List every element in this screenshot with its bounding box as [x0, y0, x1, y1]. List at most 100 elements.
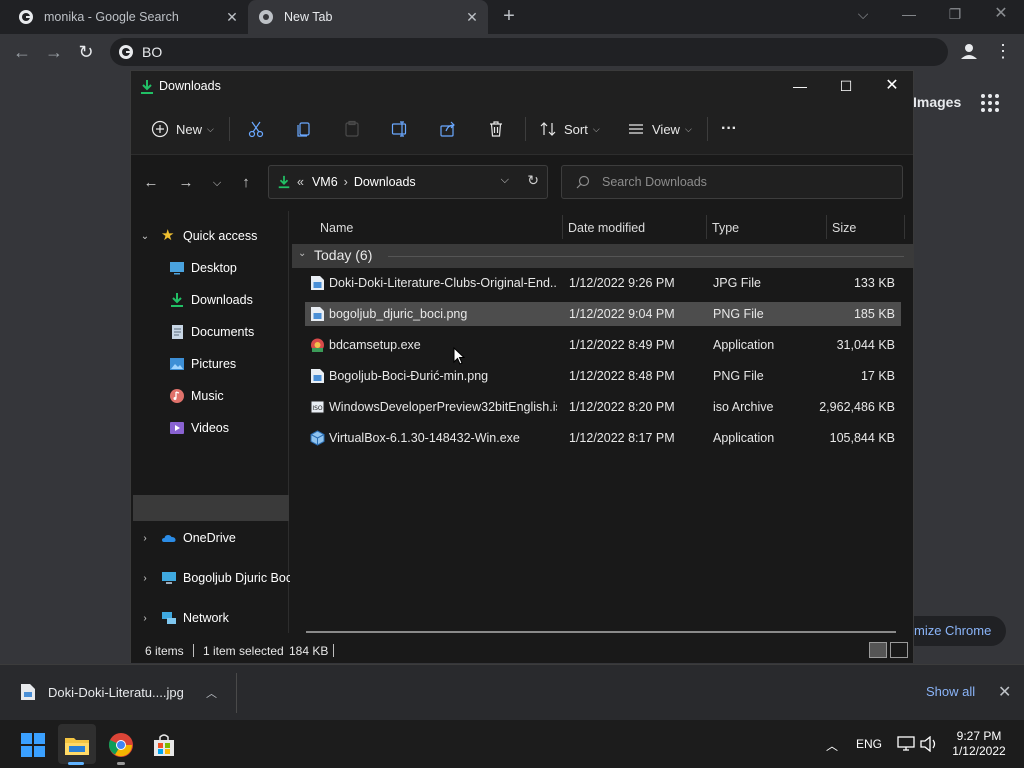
volume-icon[interactable] [920, 736, 938, 752]
close-tab-icon[interactable]: ✕ [224, 9, 240, 25]
close-icon[interactable]: ✕ [998, 682, 1011, 702]
view-button[interactable]: View ⌵ [627, 117, 692, 141]
chevron-right-icon[interactable]: › [139, 533, 151, 545]
nav-item-documents[interactable]: Documents 📌 [169, 320, 321, 344]
minimize-icon[interactable]: — [886, 0, 932, 30]
minimize-icon[interactable]: — [777, 71, 823, 103]
file-row[interactable]: bdcamsetup.exe 1/12/2022 8:49 PM Applica… [305, 333, 901, 357]
file-name: VirtualBox-6.1.30-148432-Win.exe [329, 431, 520, 445]
nav-quick-access[interactable]: ★ Quick access [161, 224, 257, 248]
close-window-icon[interactable]: ✕ [978, 0, 1024, 30]
reload-icon[interactable]: ↻ [74, 40, 98, 64]
column-divider[interactable] [904, 215, 905, 239]
customize-chrome-button[interactable]: mize Chrome [900, 616, 1006, 646]
download-item[interactable]: Doki-Doki-Literatu....jpg [20, 683, 184, 701]
clock-time: 9:27 PM [956, 729, 1002, 743]
iso-icon: ISO [310, 400, 325, 414]
tab-monika-search[interactable]: monika - Google Search ✕ [8, 0, 248, 34]
file-row[interactable]: Doki-Doki-Literature-Clubs-Original-End.… [305, 271, 901, 295]
large-icons-view-icon[interactable] [890, 642, 908, 658]
chrome-menu-icon[interactable]: ⋮ [994, 41, 1012, 61]
chevron-down-icon[interactable]: ⌄ [139, 231, 151, 243]
refresh-icon[interactable]: ↻ [527, 172, 539, 189]
google-apps-icon[interactable] [980, 93, 1000, 113]
column-type[interactable]: Type [712, 215, 739, 241]
file-row[interactable]: Bogoljub-Boci-Đurić-min.png 1/12/2022 8:… [305, 364, 901, 388]
file-size: 185 KB [853, 307, 895, 321]
close-window-icon[interactable]: ✕ [869, 71, 915, 103]
chevron-down-icon[interactable]: ⌄ [298, 248, 306, 259]
copy-button[interactable] [295, 117, 313, 141]
nav-item-this-pc[interactable]: Bogoljub Djuric Boc [161, 566, 292, 590]
file-row[interactable]: VirtualBox-6.1.30-148432-Win.exe 1/12/20… [305, 426, 901, 450]
file-explorer-icon[interactable] [64, 732, 90, 758]
new-button[interactable]: New ⌵ [151, 117, 214, 141]
chevron-right-icon[interactable]: › [139, 573, 151, 585]
column-divider[interactable] [826, 215, 827, 239]
new-label: New [176, 121, 203, 137]
details-view-icon[interactable] [869, 642, 887, 658]
sort-button[interactable]: Sort ⌵ [539, 117, 600, 141]
nav-item-onedrive[interactable]: OneDrive [161, 526, 236, 550]
network-icon[interactable] [897, 736, 915, 752]
search-placeholder: Search Downloads [602, 175, 707, 189]
chrome-icon[interactable] [108, 732, 134, 758]
group-header-today[interactable]: ⌄ Today (6) [292, 244, 913, 268]
nav-item-network[interactable]: Network [161, 606, 229, 630]
new-tab-button[interactable]: + [498, 6, 520, 28]
show-all-button[interactable]: Show all [926, 684, 975, 699]
breadcrumb-overflow[interactable]: « [297, 175, 304, 189]
column-name[interactable]: Name [320, 215, 353, 241]
up-icon[interactable]: ↑ [236, 173, 256, 193]
nav-item-videos[interactable]: Videos [169, 416, 229, 440]
column-divider[interactable] [706, 215, 707, 239]
profile-icon[interactable] [958, 40, 980, 62]
chevron-down-icon: ⌵ [207, 123, 214, 134]
file-row-selected[interactable]: bogoljub_djuric_boci.png 1/12/2022 9:04 … [305, 302, 901, 326]
chevron-right-icon[interactable]: › [139, 613, 151, 625]
address-bar[interactable]: « VM6 › Downloads ⌵ ↻ [268, 165, 548, 199]
column-date-modified[interactable]: Date modified [568, 215, 645, 241]
share-button[interactable] [439, 117, 457, 141]
nav-item-desktop[interactable]: Desktop 📌 [169, 256, 321, 280]
tab-new-tab[interactable]: New Tab ✕ [248, 0, 488, 34]
file-row[interactable]: ISO WindowsDeveloperPreview32bitEnglish.… [305, 395, 901, 419]
tab-search-icon[interactable]: ⌵ [840, 0, 886, 30]
more-options-button[interactable]: ··· [721, 117, 737, 141]
trash-icon [490, 121, 502, 137]
forward-icon[interactable]: → [176, 173, 196, 193]
breadcrumb-vm6[interactable]: VM6 [312, 175, 338, 189]
chevron-up-icon[interactable]: ︿ [206, 685, 217, 701]
selection-size: 184 KB [289, 644, 329, 658]
omnibox-text[interactable]: BO [142, 44, 162, 60]
delete-button[interactable] [487, 117, 505, 141]
column-size[interactable]: Size [832, 215, 856, 241]
breadcrumb-downloads[interactable]: Downloads [354, 175, 416, 189]
omnibox[interactable]: BO [110, 38, 948, 66]
cut-button[interactable] [247, 117, 265, 141]
nav-item-music[interactable]: Music [169, 384, 224, 408]
nav-item-downloads[interactable]: Downloads 📌 [169, 288, 321, 312]
search-input[interactable]: Search Downloads [561, 165, 903, 199]
maximize-icon[interactable]: ☐ [823, 71, 869, 103]
horizontal-scrollbar[interactable] [306, 631, 896, 633]
downloads-folder-icon [278, 175, 290, 189]
chevron-up-icon[interactable]: ︿ [826, 737, 838, 754]
rename-button[interactable] [391, 117, 409, 141]
language-indicator[interactable]: ENG [856, 737, 882, 751]
back-icon[interactable]: ← [141, 173, 161, 193]
images-link[interactable]: Images [913, 94, 961, 110]
nav-item-pictures[interactable]: Pictures 📌 [169, 352, 321, 376]
chevron-down-icon: ⌵ [592, 123, 600, 134]
clock[interactable]: 9:27 PM 1/12/2022 [948, 729, 1010, 759]
column-divider[interactable] [562, 215, 563, 239]
forward-icon[interactable]: → [42, 40, 66, 64]
microsoft-store-icon[interactable] [151, 732, 177, 758]
windows-start-icon[interactable] [20, 732, 46, 758]
recent-locations-icon[interactable]: ⌵ [207, 173, 227, 193]
back-icon[interactable]: ← [10, 40, 34, 64]
close-tab-icon[interactable]: ✕ [464, 9, 480, 25]
paste-button[interactable] [343, 117, 361, 141]
chevron-down-icon[interactable]: ⌵ [501, 174, 509, 187]
restore-icon[interactable]: ❐ [932, 0, 978, 30]
